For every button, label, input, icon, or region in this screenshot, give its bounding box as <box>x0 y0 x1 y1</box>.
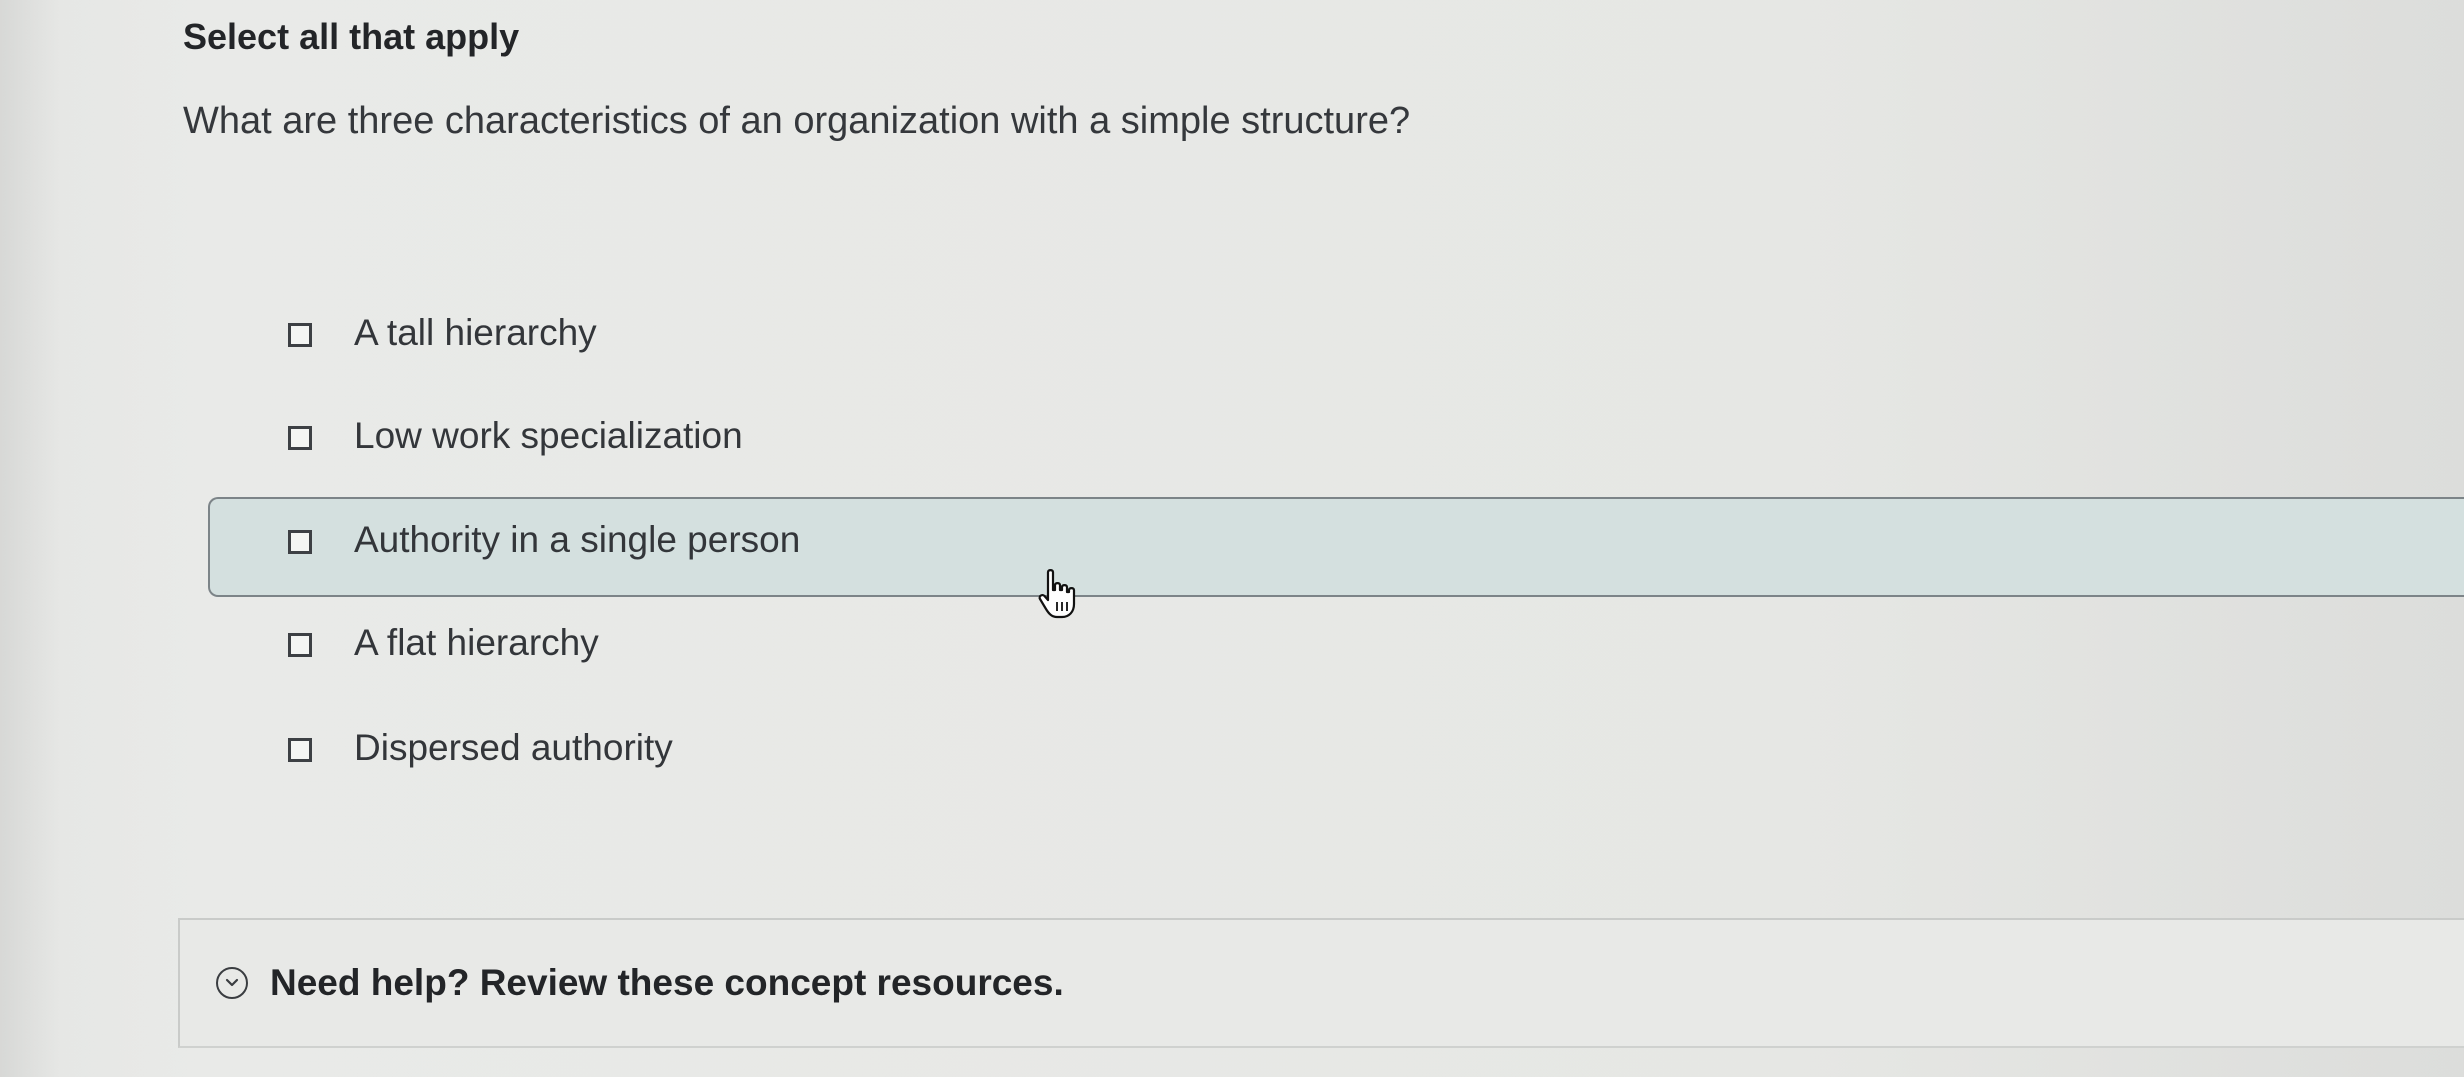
option-flat-hierarchy[interactable]: A flat hierarchy <box>208 600 2464 700</box>
chevron-down-circle-icon[interactable] <box>216 967 248 999</box>
option-label: A tall hierarchy <box>354 312 597 353</box>
hand-pointer-icon <box>1038 569 1076 619</box>
checkbox[interactable] <box>288 426 312 450</box>
help-link-text[interactable]: Need help? Review these concept resource… <box>270 962 1064 1004</box>
help-panel: Need help? Review these concept resource… <box>178 918 2464 1048</box>
answer-options: A tall hierarchy Low work specialization… <box>0 0 2464 800</box>
checkbox[interactable] <box>288 738 312 762</box>
checkbox[interactable] <box>288 323 312 347</box>
option-label: Low work specialization <box>354 415 743 456</box>
checkbox[interactable] <box>288 633 312 657</box>
option-dispersed-authority[interactable]: Dispersed authority <box>208 705 2464 805</box>
option-label: A flat hierarchy <box>354 622 599 663</box>
help-toggle-button[interactable]: Need help? Review these concept resource… <box>216 962 1064 1004</box>
checkbox[interactable] <box>288 530 312 554</box>
option-label: Dispersed authority <box>354 727 673 768</box>
option-low-work-specialization[interactable]: Low work specialization <box>208 393 2464 493</box>
option-authority-single-person[interactable]: Authority in a single person <box>208 497 2464 597</box>
chevron-down-icon <box>225 978 239 987</box>
option-label: Authority in a single person <box>354 519 801 560</box>
option-tall-hierarchy[interactable]: A tall hierarchy <box>208 290 2464 390</box>
